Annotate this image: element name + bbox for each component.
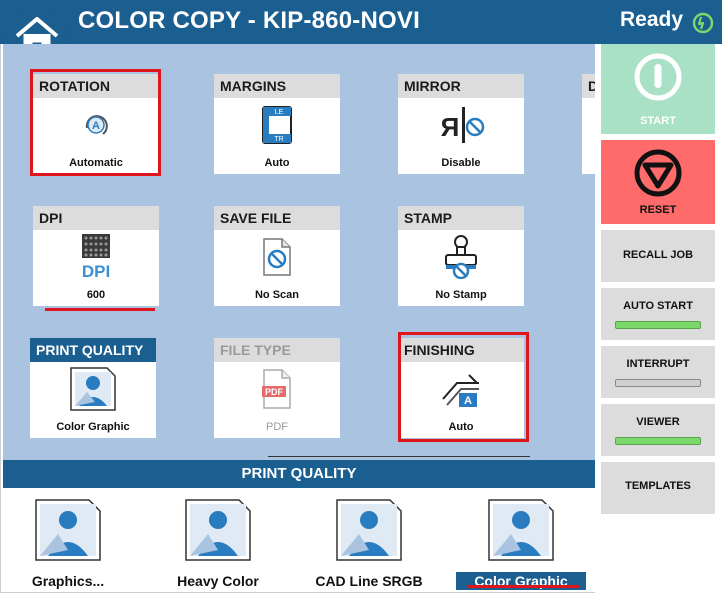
dpi-label: DPI xyxy=(33,206,159,230)
recall-job-label: RECALL JOB xyxy=(622,249,694,261)
file-type-value: PDF xyxy=(266,421,288,433)
stamp-card[interactable]: STAMP No Stamp xyxy=(398,206,524,306)
viewer-button[interactable]: VIEWER xyxy=(601,404,715,456)
stamp-value: No Stamp xyxy=(435,289,487,301)
option-heavy-color[interactable]: Heavy Color xyxy=(143,498,293,591)
templates-button[interactable]: TEMPLATES xyxy=(601,462,715,514)
print-quality-icon xyxy=(30,366,156,412)
divider xyxy=(268,456,530,457)
option-color-graphic-icon xyxy=(486,498,556,562)
print-quality-card[interactable]: PRINT QUALITY Color Graphic xyxy=(30,338,156,438)
interrupt-label: INTERRUPT xyxy=(626,358,690,370)
mirror-icon: Я xyxy=(398,104,524,146)
pdf-icon: PDF xyxy=(214,368,340,410)
print-quality-value: Color Graphic xyxy=(56,421,130,433)
margins-label: MARGINS xyxy=(214,74,340,98)
partial-label: D xyxy=(582,74,595,98)
mirror-label: MIRROR xyxy=(398,74,524,98)
option-heavy-color-label: Heavy Color xyxy=(177,573,259,589)
stamp-icon xyxy=(398,235,524,279)
file-type-label: FILE TYPE xyxy=(214,338,340,362)
status-text: Ready xyxy=(620,8,684,31)
option-graphics-icon xyxy=(33,498,103,562)
dpi-underline xyxy=(45,308,155,311)
auto-start-button[interactable]: AUTO START xyxy=(601,288,715,340)
ready-icon xyxy=(692,12,714,39)
reset-icon xyxy=(634,149,682,197)
start-label: START xyxy=(640,115,676,127)
viewer-indicator xyxy=(615,437,701,445)
option-cad-line-srgb[interactable]: CAD Line SRGB xyxy=(294,498,444,591)
page-title: COLOR COPY - KIP-860-NOVI xyxy=(78,7,420,34)
print-quality-header: PRINT QUALITY xyxy=(3,460,595,488)
margins-value: Auto xyxy=(264,157,290,169)
svg-text:TR: TR xyxy=(274,136,283,143)
option-cad-line-srgb-label: CAD Line SRGB xyxy=(315,573,423,589)
color-graphic-underline xyxy=(468,585,580,588)
partial-card[interactable]: D xyxy=(582,74,595,174)
save-file-icon xyxy=(214,236,340,278)
margins-icon: LE TR xyxy=(214,104,340,146)
svg-text:DPI: DPI xyxy=(82,262,110,280)
svg-text:LE: LE xyxy=(275,109,284,116)
mirror-card[interactable]: MIRROR Я Disable xyxy=(398,74,524,174)
print-quality-label: PRINT QUALITY xyxy=(30,338,156,362)
option-color-graphic[interactable]: Color Graphic xyxy=(446,498,596,591)
margins-card[interactable]: MARGINS LE TR Auto xyxy=(214,74,340,174)
mirror-value: Disable xyxy=(441,157,481,169)
dpi-value: 600 xyxy=(86,289,106,301)
reset-button[interactable]: RESET xyxy=(601,140,715,224)
dpi-card[interactable]: DPI DPI 600 xyxy=(33,206,159,306)
auto-start-label: AUTO START xyxy=(623,300,693,312)
save-file-card[interactable]: SAVE FILE No Scan xyxy=(214,206,340,306)
option-graphics-label: Graphics... xyxy=(31,573,105,589)
finishing-highlight xyxy=(398,332,529,442)
start-button[interactable]: START xyxy=(601,44,715,134)
reset-label: RESET xyxy=(639,204,677,216)
side-panel: START RESET RECALL JOB AUTO START INTERR… xyxy=(595,44,722,595)
settings-panel: ROTATION A Automatic MARGINS LE TR Auto … xyxy=(3,44,595,460)
title-bar: COLOR COPY - KIP-860-NOVI Ready xyxy=(0,0,722,44)
templates-label: TEMPLATES xyxy=(625,480,691,492)
option-heavy-color-icon xyxy=(183,498,253,562)
save-file-value: No Scan xyxy=(254,289,299,301)
file-type-card[interactable]: FILE TYPE PDF PDF xyxy=(214,338,340,438)
option-cad-line-srgb-icon xyxy=(334,498,404,562)
auto-start-indicator xyxy=(615,321,701,329)
interrupt-indicator xyxy=(615,379,701,387)
rotation-highlight xyxy=(30,69,161,176)
dpi-icon: DPI xyxy=(33,234,159,280)
print-quality-options: Graphics... Heavy Color CAD Line SRGB Co… xyxy=(3,488,595,592)
svg-text:PDF: PDF xyxy=(265,387,284,397)
option-graphics[interactable]: Graphics... xyxy=(0,498,143,591)
save-file-label: SAVE FILE xyxy=(214,206,340,230)
recall-job-button[interactable]: RECALL JOB xyxy=(601,230,715,282)
stamp-label: STAMP xyxy=(398,206,524,230)
start-icon xyxy=(634,53,682,101)
svg-text:Я: Я xyxy=(441,112,460,142)
viewer-label: VIEWER xyxy=(636,416,680,428)
interrupt-button[interactable]: INTERRUPT xyxy=(601,346,715,398)
